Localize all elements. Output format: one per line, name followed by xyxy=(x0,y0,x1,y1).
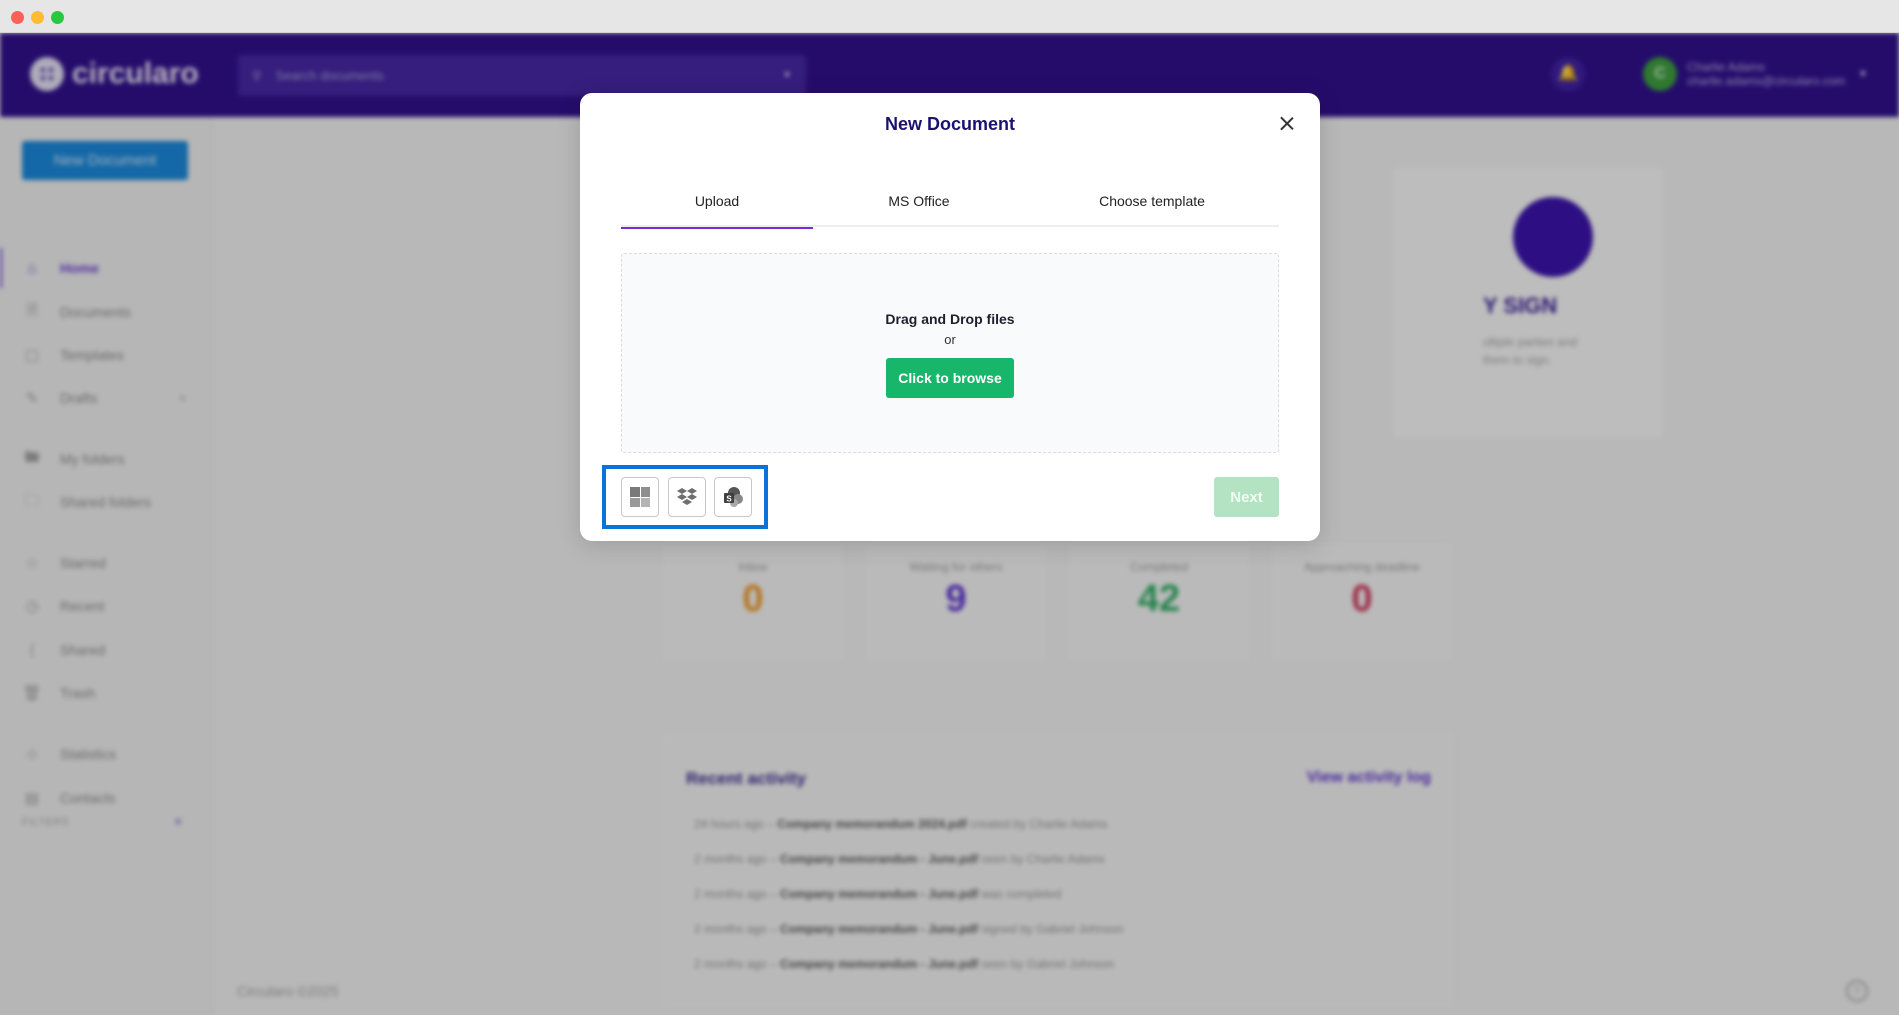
dropbox-icon xyxy=(677,488,697,505)
dialog-title: New Document xyxy=(884,114,1016,134)
close-icon[interactable] xyxy=(1276,113,1298,135)
browse-button[interactable]: Click to browse xyxy=(886,358,1014,398)
sharepoint-button[interactable]: S xyxy=(714,477,752,517)
file-dropzone[interactable]: Drag and Drop files or Click to browse xyxy=(621,253,1279,453)
tab-choose-template[interactable]: Choose template xyxy=(1025,189,1279,227)
sharepoint-icon: S xyxy=(724,487,743,507)
dropzone-title: Drag and Drop files xyxy=(885,311,1015,327)
window-minimize-button[interactable] xyxy=(31,11,44,24)
tab-ms-office[interactable]: MS Office xyxy=(813,189,1025,227)
window-maximize-button[interactable] xyxy=(51,11,64,24)
svg-text:S: S xyxy=(726,495,732,504)
dialog-tabs: Upload MS Office Choose template xyxy=(621,189,1279,229)
microsoft-icon xyxy=(630,487,650,507)
dropbox-button[interactable] xyxy=(668,477,706,517)
new-document-dialog: New Document Upload MS Office Choose tem… xyxy=(580,93,1320,541)
window-close-button[interactable] xyxy=(11,11,24,24)
dropzone-or: or xyxy=(944,332,956,347)
onedrive-button[interactable] xyxy=(621,477,659,517)
next-button[interactable]: Next xyxy=(1214,477,1279,517)
tab-upload[interactable]: Upload xyxy=(621,189,813,229)
window-titlebar xyxy=(0,0,1899,33)
